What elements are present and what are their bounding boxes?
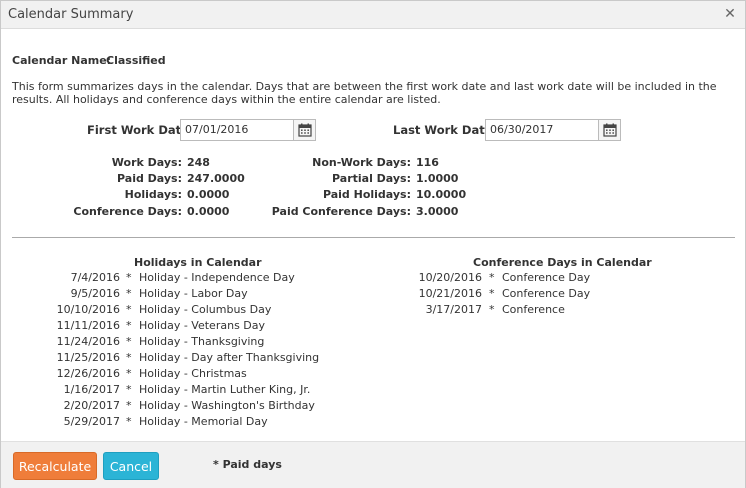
conference-name: Conference Day — [502, 287, 591, 300]
first-work-date-label: First Work Date: — [87, 123, 194, 137]
recalculate-button[interactable]: Recalculate — [13, 452, 97, 480]
work-days-value: 248 — [187, 156, 210, 169]
non-work-days-label: Non-Work Days: — [312, 156, 411, 169]
first-work-date-picker-button[interactable] — [294, 119, 316, 141]
paid-marker: * — [126, 351, 132, 364]
holiday-date: 9/5/2016 — [70, 287, 120, 300]
paid-marker: * — [126, 319, 132, 332]
paid-days-label: Paid Days: — [117, 172, 182, 185]
calendar-summary-dialog: Calendar Summary ✕ Calendar Name: Classi… — [0, 0, 746, 488]
holiday-date: 7/4/2016 — [70, 271, 120, 284]
holiday-date: 11/11/2016 — [56, 319, 120, 332]
last-work-date-picker-button[interactable] — [599, 119, 621, 141]
paid-marker: * — [126, 287, 132, 300]
holiday-name: Holiday - Thanksgiving — [139, 335, 265, 348]
paid-marker: * — [126, 399, 132, 412]
paid-marker: * — [126, 383, 132, 396]
dialog-footer: Recalculate Cancel * Paid days — [1, 441, 745, 488]
paid-days-footnote: * Paid days — [213, 458, 282, 471]
partial-days-label: Partial Days: — [332, 172, 411, 185]
calendar-icon — [603, 123, 617, 137]
conference-date: 10/21/2016 — [418, 287, 482, 300]
holiday-name: Holiday - Day after Thanksgiving — [139, 351, 320, 364]
holidays-heading: Holidays in Calendar — [134, 256, 262, 269]
paid-marker: * — [126, 271, 132, 284]
paid-marker: * — [489, 287, 495, 300]
paid-marker: * — [489, 303, 495, 316]
holiday-name: Holiday - Veterans Day — [139, 319, 266, 332]
holiday-date: 11/24/2016 — [56, 335, 120, 348]
holiday-name: Holiday - Labor Day — [139, 287, 248, 300]
holiday-date: 11/25/2016 — [56, 351, 120, 364]
paid-marker: * — [126, 303, 132, 316]
holiday-date: 5/29/2017 — [63, 415, 120, 428]
last-work-date-label: Last Work Date: — [393, 123, 498, 137]
first-work-date-input[interactable]: 07/01/2016 — [180, 119, 294, 141]
holiday-name: Holiday - Martin Luther King, Jr. — [139, 383, 311, 396]
conference-date: 10/20/2016 — [418, 271, 482, 284]
holiday-name: Holiday - Independence Day — [139, 271, 295, 284]
paid-marker: * — [126, 367, 132, 380]
description-text: This form summarizes days in the calenda… — [12, 80, 717, 106]
holiday-date: 2/20/2017 — [63, 399, 120, 412]
partial-days-value: 1.0000 — [416, 172, 459, 185]
conference-date: 3/17/2017 — [425, 303, 482, 316]
work-days-label: Work Days: — [111, 156, 182, 169]
holidays-label: Holidays: — [124, 188, 182, 201]
paid-marker: * — [126, 335, 132, 348]
holiday-name: Holiday - Christmas — [139, 367, 247, 380]
holiday-date: 10/10/2016 — [56, 303, 120, 316]
calendar-name-label: Calendar Name: — [12, 54, 112, 67]
conference-days-heading: Conference Days in Calendar — [473, 256, 652, 269]
holiday-date: 12/26/2016 — [56, 367, 120, 380]
paid-conference-days-value: 3.0000 — [416, 205, 459, 218]
title-bar: Calendar Summary ✕ — [1, 1, 745, 29]
cancel-button[interactable]: Cancel — [103, 452, 159, 480]
calendar-name-value: Classified — [106, 54, 166, 67]
dialog-title: Calendar Summary — [8, 7, 134, 22]
holiday-name: Holiday - Washington's Birthday — [139, 399, 315, 412]
paid-marker: * — [489, 271, 495, 284]
close-icon[interactable]: ✕ — [723, 6, 737, 22]
paid-holidays-label: Paid Holidays: — [322, 188, 411, 201]
divider — [12, 237, 735, 238]
conference-name: Conference Day — [502, 271, 591, 284]
non-work-days-value: 116 — [416, 156, 439, 169]
holiday-name: Holiday - Columbus Day — [139, 303, 272, 316]
conference-name: Conference — [502, 303, 565, 316]
holiday-name: Holiday - Memorial Day — [139, 415, 268, 428]
last-work-date-input[interactable]: 06/30/2017 — [485, 119, 599, 141]
paid-holidays-value: 10.0000 — [416, 188, 467, 201]
paid-conference-days-label: Paid Conference Days: — [271, 205, 411, 218]
paid-marker: * — [126, 415, 132, 428]
calendar-icon — [298, 123, 312, 137]
conference-days-label: Conference Days: — [73, 205, 182, 218]
holiday-date: 1/16/2017 — [63, 383, 120, 396]
